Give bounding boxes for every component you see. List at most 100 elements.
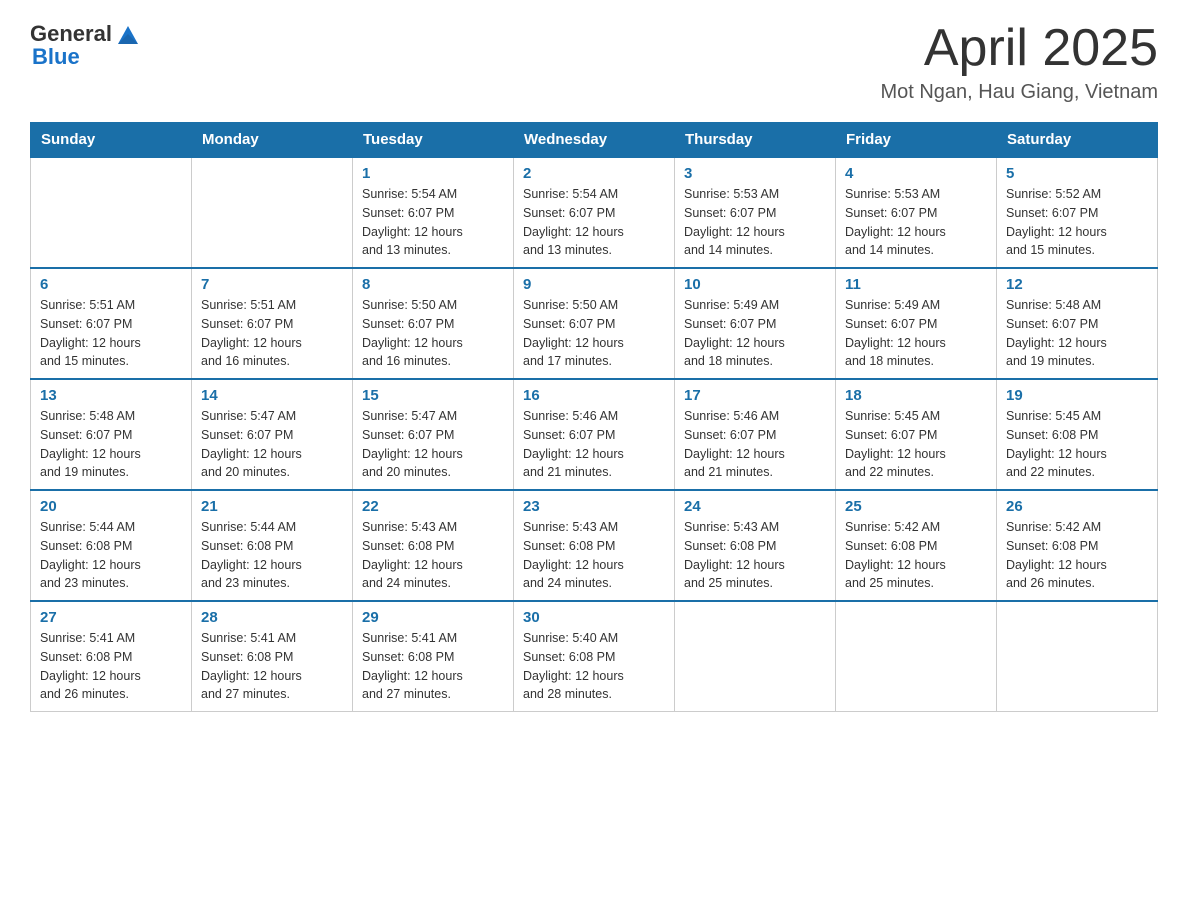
day-number: 7 — [201, 276, 343, 293]
day-info: Sunrise: 5:50 AM Sunset: 6:07 PM Dayligh… — [362, 296, 504, 371]
page-header: General Blue April 2025 Mot Ngan, Hau Gi… — [30, 20, 1158, 104]
day-number: 14 — [201, 387, 343, 404]
weekday-header-thursday: Thursday — [675, 123, 836, 158]
day-number: 25 — [845, 498, 987, 515]
day-number: 23 — [523, 498, 665, 515]
title-block: April 2025 Mot Ngan, Hau Giang, Vietnam — [880, 20, 1158, 104]
day-info: Sunrise: 5:47 AM Sunset: 6:07 PM Dayligh… — [362, 407, 504, 482]
calendar-week-row: 6 Sunrise: 5:51 AM Sunset: 6:07 PM Daylig… — [31, 268, 1158, 379]
calendar-cell: 25 Sunrise: 5:42 AM Sunset: 6:08 PM Dayli… — [836, 490, 997, 601]
location-subtitle: Mot Ngan, Hau Giang, Vietnam — [880, 81, 1158, 104]
weekday-header-friday: Friday — [836, 123, 997, 158]
day-info: Sunrise: 5:41 AM Sunset: 6:08 PM Dayligh… — [40, 629, 182, 704]
day-info: Sunrise: 5:52 AM Sunset: 6:07 PM Dayligh… — [1006, 185, 1148, 260]
calendar-cell: 20 Sunrise: 5:44 AM Sunset: 6:08 PM Dayli… — [31, 490, 192, 601]
calendar-cell: 15Sunrise: 5:47 AM Sunset: 6:07 PM Dayli… — [353, 379, 514, 490]
day-number: 5 — [1006, 165, 1148, 182]
day-number: 1 — [362, 165, 504, 182]
day-number: 3 — [684, 165, 826, 182]
day-number: 27 — [40, 609, 182, 626]
day-number: 20 — [40, 498, 182, 515]
day-number: 10 — [684, 276, 826, 293]
weekday-header-sunday: Sunday — [31, 123, 192, 158]
day-info: Sunrise: 5:54 AM Sunset: 6:07 PM Dayligh… — [362, 185, 504, 260]
day-number: 16 — [523, 387, 665, 404]
day-number: 17 — [684, 387, 826, 404]
day-number: 18 — [845, 387, 987, 404]
day-info: Sunrise: 5:41 AM Sunset: 6:08 PM Dayligh… — [201, 629, 343, 704]
day-info: Sunrise: 5:41 AM Sunset: 6:08 PM Dayligh… — [362, 629, 504, 704]
day-info: Sunrise: 5:45 AM Sunset: 6:07 PM Dayligh… — [845, 407, 987, 482]
weekday-header-tuesday: Tuesday — [353, 123, 514, 158]
calendar-cell: 11 Sunrise: 5:49 AM Sunset: 6:07 PM Dayli… — [836, 268, 997, 379]
day-info: Sunrise: 5:51 AM Sunset: 6:07 PM Dayligh… — [40, 296, 182, 371]
calendar-cell: 13 Sunrise: 5:48 AM Sunset: 6:07 PM Dayli… — [31, 379, 192, 490]
logo: General Blue — [30, 20, 142, 70]
weekday-header-monday: Monday — [192, 123, 353, 158]
weekday-header-row: SundayMondayTuesdayWednesdayThursdayFrid… — [31, 123, 1158, 158]
calendar-cell: 26 Sunrise: 5:42 AM Sunset: 6:08 PM Dayli… — [997, 490, 1158, 601]
day-info: Sunrise: 5:49 AM Sunset: 6:07 PM Dayligh… — [684, 296, 826, 371]
day-info: Sunrise: 5:46 AM Sunset: 6:07 PM Dayligh… — [523, 407, 665, 482]
calendar-cell — [997, 601, 1158, 712]
day-number: 13 — [40, 387, 182, 404]
day-info: Sunrise: 5:48 AM Sunset: 6:07 PM Dayligh… — [40, 407, 182, 482]
day-info: Sunrise: 5:54 AM Sunset: 6:07 PM Dayligh… — [523, 185, 665, 260]
month-title: April 2025 — [880, 20, 1158, 77]
calendar-cell — [675, 601, 836, 712]
day-number: 4 — [845, 165, 987, 182]
logo-triangle-icon — [114, 20, 142, 48]
calendar-cell: 5 Sunrise: 5:52 AM Sunset: 6:07 PM Daylig… — [997, 157, 1158, 268]
calendar-cell: 22 Sunrise: 5:43 AM Sunset: 6:08 PM Dayli… — [353, 490, 514, 601]
weekday-header-saturday: Saturday — [997, 123, 1158, 158]
day-info: Sunrise: 5:51 AM Sunset: 6:07 PM Dayligh… — [201, 296, 343, 371]
calendar-cell: 4 Sunrise: 5:53 AM Sunset: 6:07 PM Daylig… — [836, 157, 997, 268]
logo-blue-text: Blue — [32, 44, 80, 70]
calendar-cell: 3 Sunrise: 5:53 AM Sunset: 6:07 PM Daylig… — [675, 157, 836, 268]
calendar-cell — [192, 157, 353, 268]
calendar-cell: 28 Sunrise: 5:41 AM Sunset: 6:08 PM Dayli… — [192, 601, 353, 712]
day-number: 26 — [1006, 498, 1148, 515]
day-info: Sunrise: 5:44 AM Sunset: 6:08 PM Dayligh… — [40, 518, 182, 593]
day-info: Sunrise: 5:47 AM Sunset: 6:07 PM Dayligh… — [201, 407, 343, 482]
day-info: Sunrise: 5:40 AM Sunset: 6:08 PM Dayligh… — [523, 629, 665, 704]
calendar-cell: 8 Sunrise: 5:50 AM Sunset: 6:07 PM Daylig… — [353, 268, 514, 379]
calendar-cell — [836, 601, 997, 712]
day-number: 19 — [1006, 387, 1148, 404]
calendar-cell: 9 Sunrise: 5:50 AM Sunset: 6:07 PM Daylig… — [514, 268, 675, 379]
calendar-cell: 7 Sunrise: 5:51 AM Sunset: 6:07 PM Daylig… — [192, 268, 353, 379]
day-info: Sunrise: 5:42 AM Sunset: 6:08 PM Dayligh… — [845, 518, 987, 593]
calendar-cell: 10 Sunrise: 5:49 AM Sunset: 6:07 PM Dayli… — [675, 268, 836, 379]
calendar-cell: 14 Sunrise: 5:47 AM Sunset: 6:07 PM Dayli… — [192, 379, 353, 490]
calendar-cell: 6 Sunrise: 5:51 AM Sunset: 6:07 PM Daylig… — [31, 268, 192, 379]
day-number: 28 — [201, 609, 343, 626]
day-info: Sunrise: 5:43 AM Sunset: 6:08 PM Dayligh… — [362, 518, 504, 593]
calendar-cell: 19 Sunrise: 5:45 AM Sunset: 6:08 PM Dayli… — [997, 379, 1158, 490]
calendar-cell: 12 Sunrise: 5:48 AM Sunset: 6:07 PM Dayli… — [997, 268, 1158, 379]
day-info: Sunrise: 5:49 AM Sunset: 6:07 PM Dayligh… — [845, 296, 987, 371]
calendar-cell: 27 Sunrise: 5:41 AM Sunset: 6:08 PM Dayli… — [31, 601, 192, 712]
day-info: Sunrise: 5:42 AM Sunset: 6:08 PM Dayligh… — [1006, 518, 1148, 593]
day-number: 12 — [1006, 276, 1148, 293]
day-number: 22 — [362, 498, 504, 515]
calendar-cell: 29Sunrise: 5:41 AM Sunset: 6:08 PM Dayli… — [353, 601, 514, 712]
calendar-cell — [31, 157, 192, 268]
day-number: 6 — [40, 276, 182, 293]
day-number: 11 — [845, 276, 987, 293]
day-info: Sunrise: 5:50 AM Sunset: 6:07 PM Dayligh… — [523, 296, 665, 371]
day-number: 24 — [684, 498, 826, 515]
day-number: 8 — [362, 276, 504, 293]
calendar-cell: 21Sunrise: 5:44 AM Sunset: 6:08 PM Dayli… — [192, 490, 353, 601]
day-info: Sunrise: 5:48 AM Sunset: 6:07 PM Dayligh… — [1006, 296, 1148, 371]
day-info: Sunrise: 5:43 AM Sunset: 6:08 PM Dayligh… — [684, 518, 826, 593]
calendar-week-row: 13 Sunrise: 5:48 AM Sunset: 6:07 PM Dayli… — [31, 379, 1158, 490]
day-info: Sunrise: 5:53 AM Sunset: 6:07 PM Dayligh… — [684, 185, 826, 260]
calendar-cell: 17Sunrise: 5:46 AM Sunset: 6:07 PM Dayli… — [675, 379, 836, 490]
day-info: Sunrise: 5:45 AM Sunset: 6:08 PM Dayligh… — [1006, 407, 1148, 482]
day-info: Sunrise: 5:43 AM Sunset: 6:08 PM Dayligh… — [523, 518, 665, 593]
calendar-week-row: 27 Sunrise: 5:41 AM Sunset: 6:08 PM Dayli… — [31, 601, 1158, 712]
day-number: 9 — [523, 276, 665, 293]
calendar-cell: 16 Sunrise: 5:46 AM Sunset: 6:07 PM Dayli… — [514, 379, 675, 490]
day-info: Sunrise: 5:53 AM Sunset: 6:07 PM Dayligh… — [845, 185, 987, 260]
calendar-cell: 24 Sunrise: 5:43 AM Sunset: 6:08 PM Dayli… — [675, 490, 836, 601]
